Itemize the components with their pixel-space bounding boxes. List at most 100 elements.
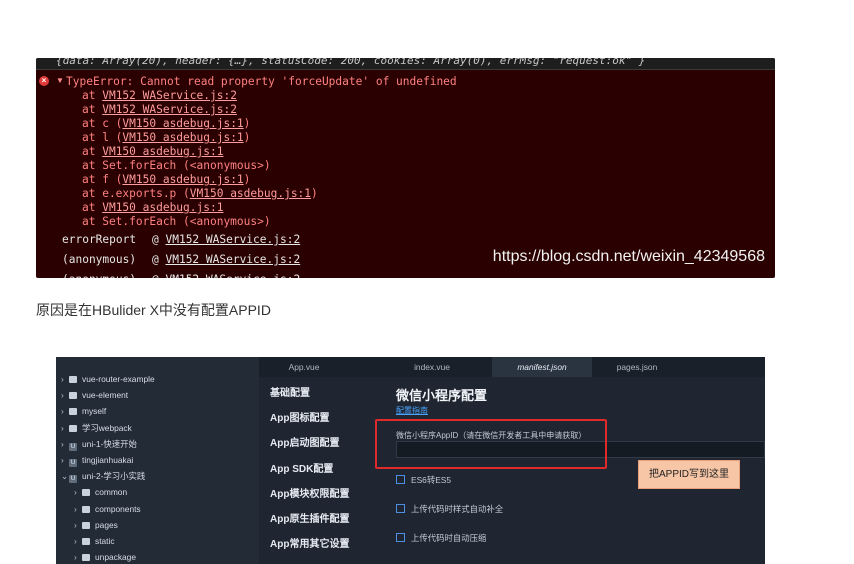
editor-tab[interactable]: index.vue: [401, 357, 463, 377]
panel-title: 微信小程序配置: [396, 388, 488, 403]
console-screenshot: {data: Array(20), header: {…}, statusCod…: [36, 58, 775, 278]
stack-frame-text: at e.exports.p (: [82, 187, 190, 200]
file-tree-label: pages: [95, 519, 118, 530]
project-file-tree: › vue-router-example › vue-element › myself › 学…: [56, 357, 259, 564]
file-tree-label: common: [95, 487, 128, 498]
file-tree-item[interactable]: › 学习webpack: [61, 422, 132, 434]
editor-tabs: App.vue index.vue manifest.json pages.json: [259, 357, 765, 377]
editor-tab[interactable]: manifest.json: [492, 357, 592, 377]
file-tree-label: 学习webpack: [82, 422, 132, 433]
chevron-right-icon[interactable]: ›: [74, 551, 82, 563]
chevron-right-icon[interactable]: ›: [61, 422, 69, 434]
file-tree-item[interactable]: › pages: [74, 519, 118, 531]
settings-nav-item[interactable]: App原生插件配置: [270, 510, 349, 525]
file-tree-item[interactable]: › vue-router-example: [61, 373, 155, 385]
stack-frame-link[interactable]: VM150 asdebug.js:1: [122, 117, 243, 130]
chevron-right-icon[interactable]: ›: [61, 389, 69, 401]
settings-nav-item[interactable]: App常用其它设置: [270, 535, 349, 550]
file-tree-item[interactable]: › common: [74, 486, 127, 498]
annotation-callout: 把APPID写到这里: [638, 460, 740, 489]
chevron-right-icon[interactable]: ›: [74, 519, 82, 531]
option-checkbox[interactable]: ES6转ES5: [396, 475, 451, 486]
chevron-right-icon[interactable]: ›: [74, 486, 82, 498]
settings-nav-item[interactable]: App启动图配置: [270, 434, 339, 449]
stack-frame-text: at: [82, 103, 103, 116]
file-tree-label: vue-router-example: [82, 374, 155, 384]
file-tree-label: static: [95, 536, 115, 546]
stack-frame-link[interactable]: VM150 asdebug.js:1: [102, 145, 223, 158]
call-row: errorReport @ VM152 WAService.js:2: [62, 233, 300, 247]
checkbox-label: 上传代码时自动压缩: [411, 533, 487, 543]
stack-frame-text: at Set.forEach (<anonymous>): [82, 159, 271, 172]
file-tree-label: tingjianhuakai: [82, 455, 134, 465]
error-title: TypeError: Cannot read property 'forceUp…: [66, 75, 457, 88]
stack-frame-text: at Set.forEach (<anonymous>): [82, 215, 271, 228]
folder-icon: [69, 424, 77, 432]
call-link[interactable]: VM152 WAService.js:2: [165, 253, 300, 266]
settings-nav-item[interactable]: App模块权限配置: [270, 485, 349, 500]
stack-frame: at Set.forEach (<anonymous>): [82, 159, 271, 173]
stack-frame-text: ): [311, 187, 318, 200]
checkbox-icon[interactable]: [396, 533, 405, 542]
stack-frame-link[interactable]: VM150 asdebug.js:1: [102, 201, 223, 214]
folder-icon: [69, 392, 77, 400]
checkbox-label: 上传代码时样式自动补全: [411, 504, 504, 514]
call-name: (anonymous): [62, 273, 152, 278]
chevron-right-icon[interactable]: ›: [61, 454, 69, 466]
file-tree-item[interactable]: ⌄ Uuni-2-学习小实践: [61, 470, 145, 484]
stack-frame-link[interactable]: VM150 asdebug.js:1: [122, 173, 243, 186]
console-response-line: {data: Array(20), header: {…}, statusCod…: [36, 58, 775, 70]
option-checkbox[interactable]: 上传代码时样式自动补全: [396, 504, 503, 515]
file-tree-item[interactable]: › vue-element: [61, 389, 128, 401]
stack-frame: at e.exports.p (VM150 asdebug.js:1): [82, 187, 318, 201]
file-tree-item[interactable]: › myself: [61, 405, 106, 417]
call-link[interactable]: VM152 WAService.js:2: [165, 233, 300, 246]
config-guide-link[interactable]: 配置指南: [396, 405, 428, 416]
chevron-right-icon[interactable]: ›: [61, 438, 69, 450]
console-response-text: {data: Array(20), header: {…}, statusCod…: [56, 58, 646, 67]
stack-frame-link[interactable]: VM150 asdebug.js:1: [122, 131, 243, 144]
stack-frame-link[interactable]: VM152 WAService.js:2: [102, 89, 237, 102]
file-tree-item[interactable]: › Uuni-1-快速开始: [61, 438, 137, 451]
stack-frame-text: at f (: [82, 173, 123, 186]
stack-frame-text: at: [82, 89, 103, 102]
stack-frame: at f (VM150 asdebug.js:1): [82, 173, 250, 187]
call-link[interactable]: VM152 WAService.js:2: [165, 273, 300, 278]
uniapp-project-icon: U: [69, 442, 77, 451]
file-tree-item[interactable]: › static: [74, 535, 115, 547]
stack-frame: at c (VM150 asdebug.js:1): [82, 117, 250, 131]
stack-frame-link[interactable]: VM150 asdebug.js:1: [190, 187, 311, 200]
stack-frame-text: ): [243, 131, 251, 144]
checkbox-icon[interactable]: [396, 504, 405, 513]
stack-frame: at VM152 WAService.js:2: [82, 89, 237, 103]
expand-triangle-icon[interactable]: ▼: [56, 76, 64, 85]
stack-frame-text: at l (: [82, 131, 123, 144]
chevron-down-icon[interactable]: ⌄: [61, 470, 69, 482]
chevron-right-icon[interactable]: ›: [61, 373, 69, 385]
checkbox-icon[interactable]: [396, 475, 405, 484]
folder-icon: [82, 538, 90, 545]
settings-nav-item[interactable]: App SDK配置: [270, 460, 333, 475]
chevron-right-icon[interactable]: ›: [74, 503, 82, 515]
folder-icon: [82, 521, 90, 529]
settings-nav-item[interactable]: App图标配置: [270, 409, 329, 424]
file-tree-item[interactable]: › components: [74, 503, 141, 515]
file-tree-label: vue-element: [82, 390, 129, 401]
file-tree-item[interactable]: › unpackage: [74, 551, 136, 563]
folder-icon: [82, 489, 90, 497]
editor-tab[interactable]: pages.json: [604, 357, 670, 377]
editor-tab[interactable]: App.vue: [274, 357, 334, 377]
file-tree-item[interactable]: › Utingjianhuakai: [61, 454, 134, 467]
blog-watermark: https://blog.csdn.net/weixin_42349568: [492, 248, 765, 265]
settings-nav-item[interactable]: 基础配置: [270, 384, 310, 399]
stack-frame: at l (VM150 asdebug.js:1): [82, 131, 250, 145]
folder-icon: [82, 554, 90, 562]
folder-icon: [82, 505, 90, 513]
chevron-right-icon[interactable]: ›: [61, 405, 69, 417]
error-icon: ×: [39, 76, 49, 86]
stack-frame-link[interactable]: VM152 WAService.js:2: [102, 103, 237, 116]
chevron-right-icon[interactable]: ›: [74, 535, 82, 547]
call-name: (anonymous): [62, 253, 137, 266]
option-checkbox[interactable]: 上传代码时自动压缩: [396, 533, 486, 544]
call-at: @: [152, 253, 166, 266]
